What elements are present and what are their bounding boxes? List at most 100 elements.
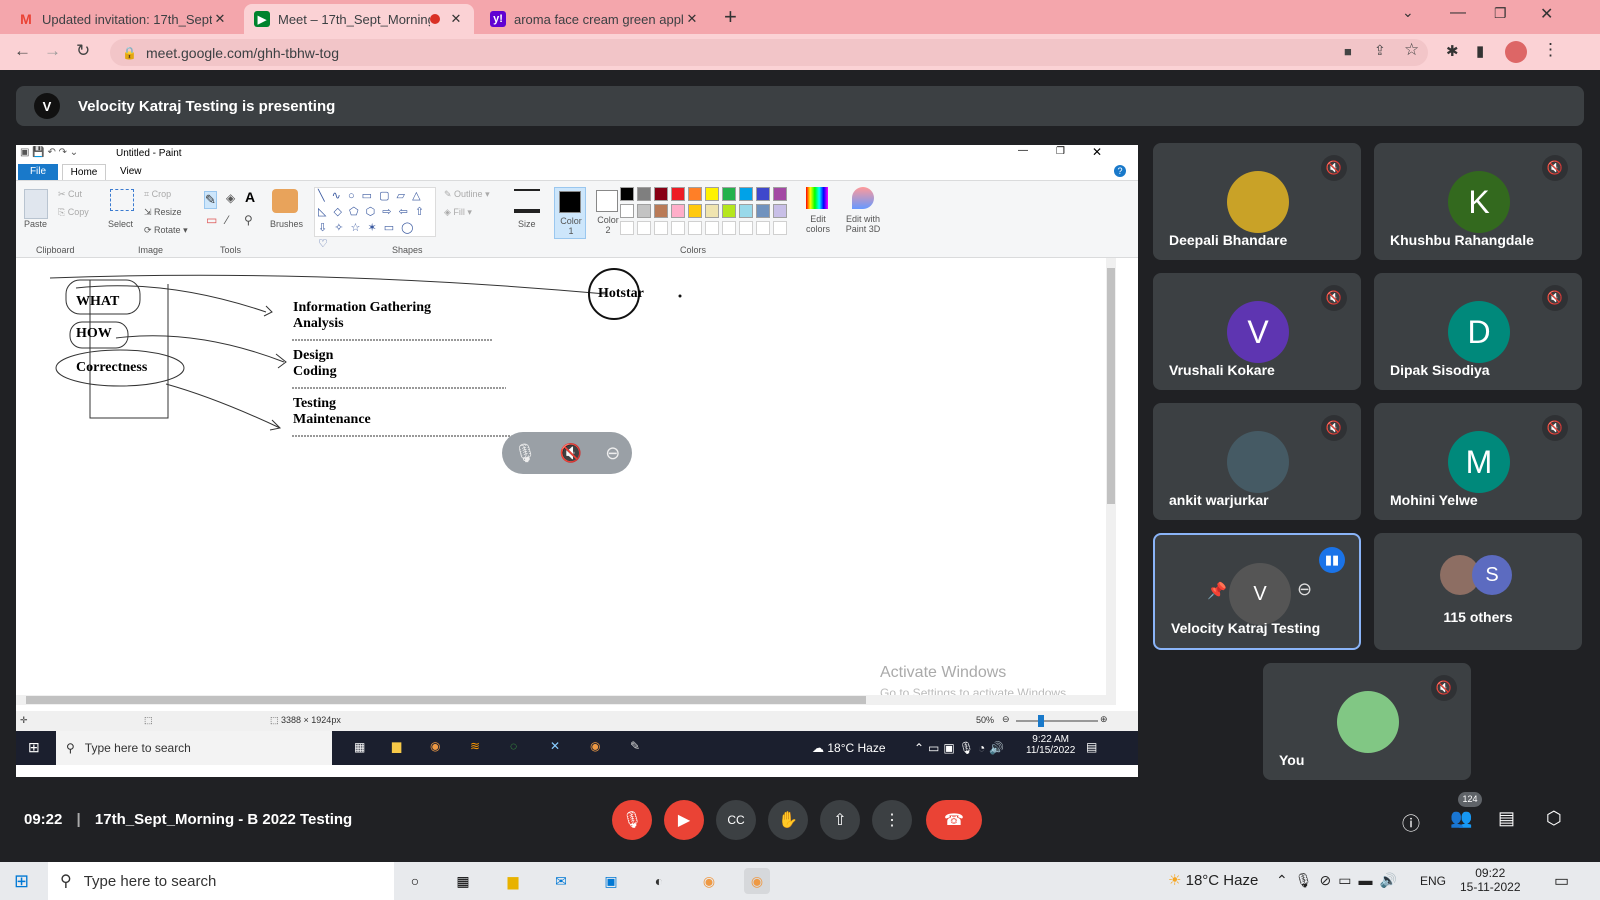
chrome-active-icon[interactable]: ◉ — [744, 868, 770, 894]
palette-swatch[interactable] — [756, 187, 770, 201]
mic-off-icon[interactable]: 🎙 — [514, 443, 537, 464]
color1-button[interactable]: Color 1 — [554, 187, 586, 239]
people-icon[interactable]: 👥 — [1450, 808, 1472, 829]
palette-swatch[interactable] — [756, 204, 770, 218]
close-window-icon[interactable]: ✕ — [1540, 4, 1553, 24]
menu-kebab-icon[interactable]: ⋮ — [1542, 40, 1559, 60]
palette-swatch[interactable] — [654, 187, 668, 201]
app-icon[interactable]: ≋ — [470, 739, 480, 753]
reload-icon[interactable]: ↻ — [76, 41, 90, 61]
tab-search-icon[interactable]: ⌄ — [1402, 4, 1414, 21]
palette-swatch[interactable] — [688, 187, 702, 201]
participant-tile[interactable]: 🔇 ankit warjurkar — [1153, 403, 1361, 520]
presenter-tile[interactable]: V ▮▮ 📌 ⊖ Velocity Katraj Testing — [1153, 533, 1361, 650]
close-tab-icon[interactable]: ✕ — [212, 11, 228, 27]
help-icon[interactable]: ? — [1114, 165, 1126, 177]
sidebar-icon[interactable]: ▮ — [1476, 42, 1484, 60]
quick-access-icons[interactable]: ▣ 💾 ↶ ↷ ⌄ — [20, 147, 78, 158]
minimize-icon[interactable]: — — [1450, 4, 1466, 22]
shared-search-box[interactable]: ⚲ Type here to search — [56, 731, 332, 765]
profile-avatar[interactable] — [1505, 41, 1527, 63]
fill-button[interactable]: ◈ Fill ▾ — [444, 207, 472, 218]
copy-button[interactable]: ⎘ Copy — [58, 207, 89, 218]
participant-tile[interactable]: M 🔇 Mohini Yelwe — [1374, 403, 1582, 520]
tab-yahoo[interactable]: y! aroma face cream green apple - ✕ — [480, 4, 710, 34]
taskbar-clock[interactable]: 09:22 15-11-2022 — [1460, 866, 1521, 894]
palette-swatch[interactable] — [773, 187, 787, 201]
self-tile[interactable]: 🔇 You — [1263, 663, 1471, 780]
activities-icon[interactable]: ⬡ — [1546, 808, 1562, 829]
participant-tile[interactable]: D 🔇 Dipak Sisodiya — [1374, 273, 1582, 390]
file-explorer-icon[interactable]: ▆ — [500, 868, 526, 894]
brushes-icon[interactable] — [272, 189, 298, 213]
paint-app-icon[interactable]: ✎ — [630, 739, 640, 753]
file-explorer-icon[interactable]: ▆ — [392, 739, 401, 753]
menu-home[interactable]: Home — [62, 164, 106, 180]
camera-icon[interactable]: ■ — [1344, 44, 1352, 59]
zoom-in-icon[interactable]: ⊕ — [1100, 714, 1108, 725]
windows-start-icon[interactable]: ⊞ — [14, 871, 29, 892]
action-center-icon[interactable]: ▭ — [1554, 871, 1569, 891]
size-icon[interactable] — [514, 189, 540, 213]
tab-gmail[interactable]: M Updated invitation: 17th_Sept_M ✕ — [8, 4, 238, 34]
task-view-icon[interactable]: ▦ — [450, 868, 476, 894]
palette-swatch-empty[interactable] — [620, 221, 634, 235]
fill-bucket-icon[interactable]: ◈ — [226, 191, 235, 205]
menu-file[interactable]: File — [18, 164, 58, 180]
back-icon[interactable]: ← — [14, 41, 31, 61]
vertical-scrollbar[interactable] — [1106, 258, 1116, 703]
url-field[interactable]: 🔒 meet.google.com/ghh-tbhw-tog — [110, 39, 1428, 66]
present-button[interactable]: ⇧ — [820, 800, 860, 840]
participant-tile[interactable]: 🔇 Deepali Bhandare — [1153, 143, 1361, 260]
bookmark-star-icon[interactable]: ☆ — [1404, 40, 1419, 60]
participant-tile[interactable]: K 🔇 Khushbu Rahangdale — [1374, 143, 1582, 260]
eraser-icon[interactable]: ▭ — [206, 213, 217, 227]
palette-swatch-empty[interactable] — [705, 221, 719, 235]
app-icon[interactable]: ◌ — [510, 739, 517, 753]
zoom-slider[interactable] — [1016, 715, 1098, 727]
cortana-icon[interactable]: ○ — [402, 868, 428, 894]
magnifier-icon[interactable]: ⚲ — [244, 213, 253, 227]
palette-swatch[interactable] — [722, 187, 736, 201]
tab-meet[interactable]: ▶ Meet – 17th_Sept_Morning - ✕ — [244, 4, 474, 34]
new-tab-icon[interactable]: + — [724, 4, 737, 30]
more-options-button[interactable]: ⋮ — [872, 800, 912, 840]
palette-swatch[interactable] — [739, 204, 753, 218]
palette-swatch[interactable] — [654, 204, 668, 218]
palette-swatch-empty[interactable] — [637, 221, 651, 235]
palette-swatch-empty[interactable] — [654, 221, 668, 235]
text-tool-icon[interactable]: A — [245, 189, 255, 205]
camera-toggle-button[interactable]: ▶ — [664, 800, 704, 840]
paste-icon[interactable] — [24, 189, 48, 219]
palette-swatch[interactable] — [773, 204, 787, 218]
menu-view[interactable]: View — [120, 166, 142, 177]
palette-swatch-empty[interactable] — [688, 221, 702, 235]
task-view-icon[interactable]: ▦ — [354, 740, 365, 754]
palette-swatch[interactable] — [620, 204, 634, 218]
rotate-button[interactable]: ⟳ Rotate ▾ — [144, 225, 188, 236]
chrome-icon[interactable]: ◉ — [430, 739, 440, 753]
palette-swatch-empty[interactable] — [756, 221, 770, 235]
select-icon[interactable] — [110, 189, 134, 211]
captions-button[interactable]: CC — [716, 800, 756, 840]
system-tray-icons[interactable]: ⌃🎙⊘▭▬🔊 — [1276, 872, 1404, 889]
others-tile[interactable]: S 115 others — [1374, 533, 1582, 650]
outline-button[interactable]: ✎ Outline ▾ — [444, 189, 490, 200]
color-picker-icon[interactable]: ⁄ — [226, 213, 228, 227]
notification-icon[interactable]: ▤ — [1086, 740, 1097, 754]
restore-icon[interactable]: ❐ — [1494, 5, 1507, 22]
eclipse-icon[interactable]: ◐ — [646, 868, 672, 894]
remove-icon[interactable]: ⊖ — [605, 443, 620, 464]
extensions-icon[interactable]: ✱ — [1446, 42, 1459, 60]
store-icon[interactable]: ▣ — [598, 868, 624, 894]
resize-button[interactable]: ⇲ Resize — [144, 207, 182, 218]
remove-icon[interactable]: ⊖ — [1297, 579, 1312, 600]
palette-swatch[interactable] — [671, 204, 685, 218]
shapes-gallery[interactable]: ╲ ∿ ○ ▭ ▢ ▱ △ ◺ ◇ ⬠ ⬡ ⇨ ⇦ ⇧ ⇩ ✧ ☆ ✶ ▭ ◯ ♡ — [314, 187, 436, 250]
palette-swatch[interactable] — [637, 204, 651, 218]
chrome-icon[interactable]: ◉ — [590, 739, 600, 753]
windows-start-icon[interactable]: ⊞ — [28, 739, 40, 756]
close-tab-icon[interactable]: ✕ — [448, 11, 464, 27]
palette-swatch[interactable] — [722, 204, 736, 218]
share-icon[interactable]: ⇪ — [1374, 42, 1386, 59]
